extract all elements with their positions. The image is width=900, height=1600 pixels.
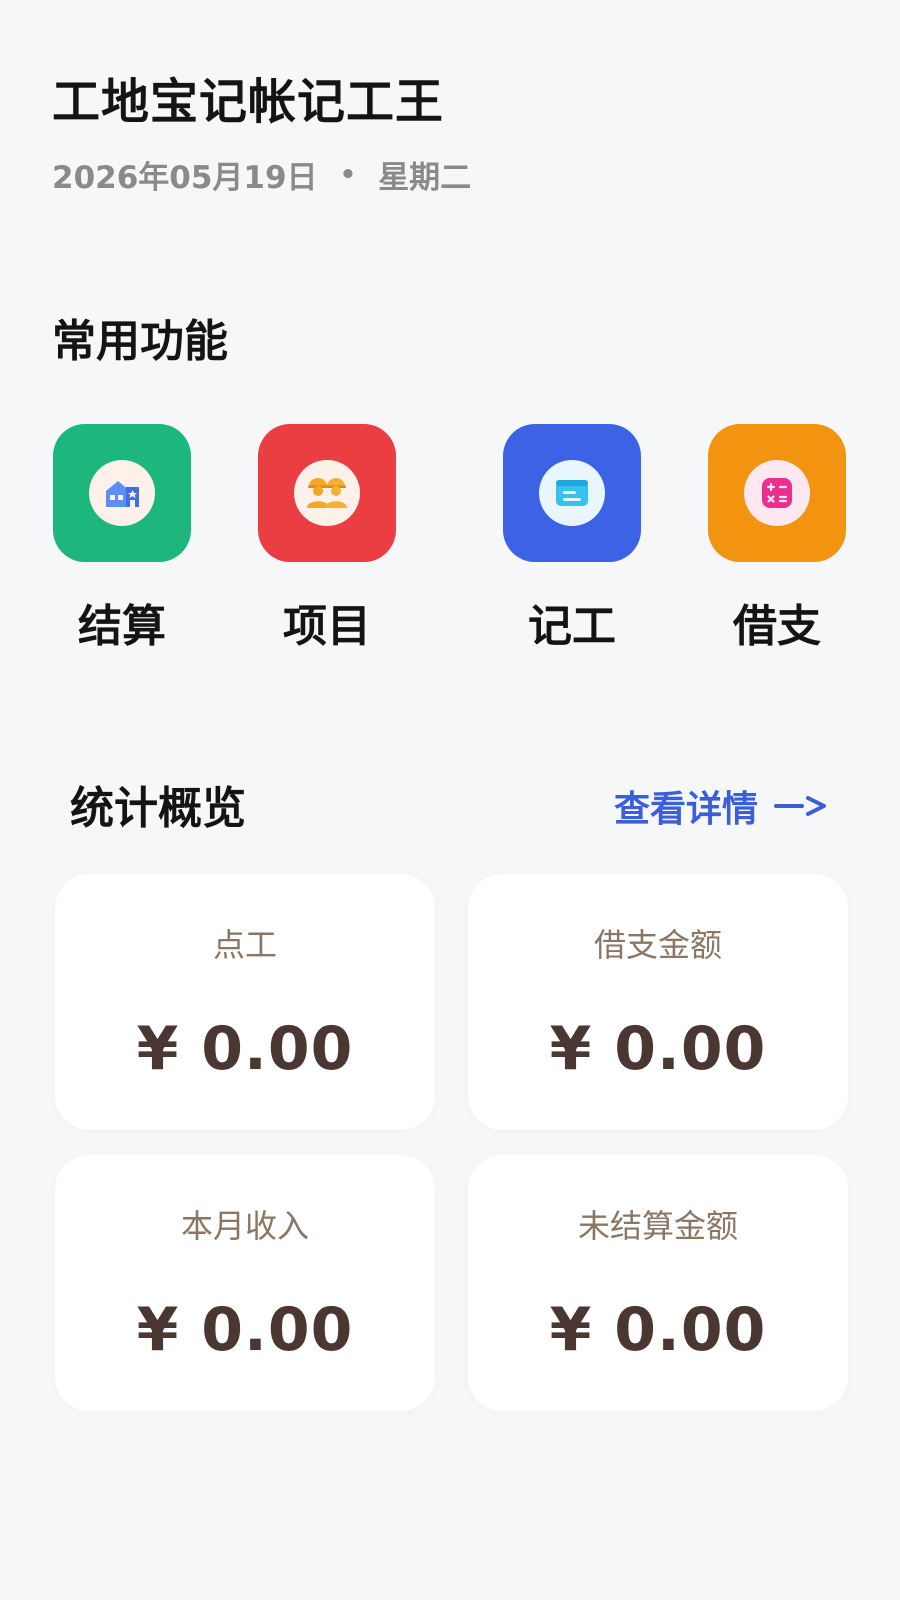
stat-value: ¥ 0.00 [136,1014,354,1084]
workers-icon [294,460,360,526]
borrow-tile[interactable] [708,424,846,562]
project-button[interactable]: 项目 [258,424,396,654]
stat-card-borrow-amount[interactable]: 借支金额 ¥ 0.00 [468,874,848,1130]
borrow-button[interactable]: 借支 [708,424,846,654]
stat-value: ¥ 0.00 [549,1014,767,1084]
calculator-icon [744,460,810,526]
view-details-link[interactable]: 查看详情 [614,780,830,832]
current-date: 2026年05月19日 [52,160,318,196]
common-functions-title: 常用功能 [52,316,228,367]
settlement-label: 结算 [78,601,166,652]
stat-label: 借支金额 [593,926,722,964]
app-title: 工地宝记帐记工王 [52,74,445,130]
project-tile[interactable] [258,424,396,562]
stat-label: 未结算金额 [577,1207,738,1245]
borrow-label: 借支 [733,601,821,652]
arrow-right-icon [772,792,830,820]
notepad-icon [539,460,605,526]
record-work-label: 记工 [528,601,616,652]
project-label: 项目 [283,601,371,652]
record-work-button[interactable]: 记工 [503,424,641,654]
stat-card-day-work[interactable]: 点工 ¥ 0.00 [55,874,435,1130]
stat-card-unsettled-amount[interactable]: 未结算金额 ¥ 0.00 [468,1155,848,1411]
stat-label: 点工 [212,926,277,964]
record-work-tile[interactable] [503,424,641,562]
date-line: 2026年05月19日 • 星期二 [52,152,471,197]
home-page: 工地宝记帐记工王 2026年05月19日 • 星期二 常用功能 结算 项目 记工… [0,0,900,1600]
settlement-button[interactable]: 结算 [53,424,191,654]
date-separator: • [339,159,357,190]
house-icon [89,460,155,526]
current-weekday: 星期二 [378,160,472,196]
stat-value: ¥ 0.00 [549,1295,767,1365]
stats-overview-title: 统计概览 [70,783,246,834]
stat-value: ¥ 0.00 [136,1295,354,1365]
stat-label: 本月收入 [180,1207,309,1245]
view-details-label: 查看详情 [613,789,758,830]
stat-card-monthly-income[interactable]: 本月收入 ¥ 0.00 [55,1155,435,1411]
settlement-tile[interactable] [53,424,191,562]
